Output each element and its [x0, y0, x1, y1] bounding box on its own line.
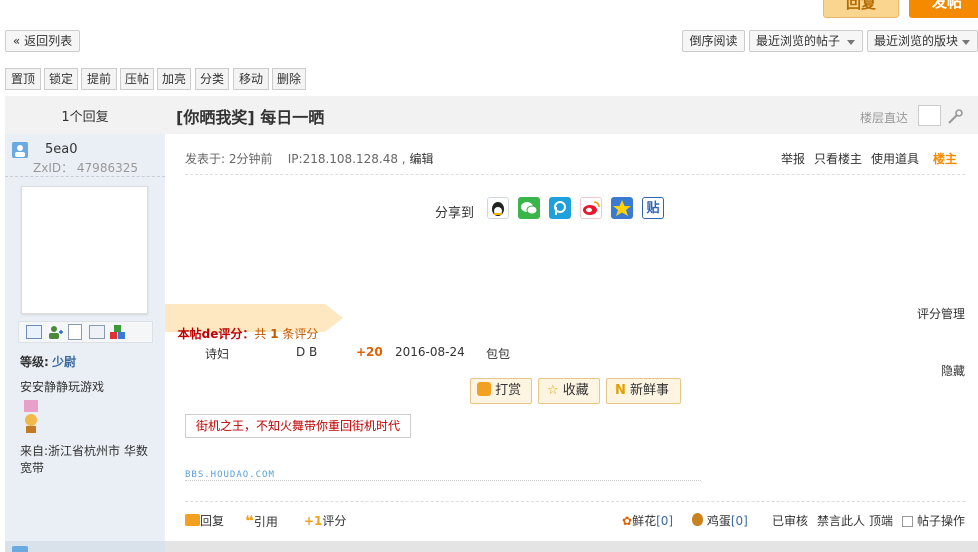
promo-link[interactable]: 街机之王，不知火舞带你重回街机时代 — [185, 414, 411, 438]
edit-link[interactable]: 编辑 — [409, 152, 433, 166]
next-user-online-icon — [12, 546, 28, 552]
post-time-ip: 发表于: 2分钟前 IP:218.108.128.48 , — [185, 152, 406, 166]
share-label: 分享到 — [435, 206, 475, 221]
rating-summary-prefix: 共 — [254, 327, 271, 341]
blocks-icon[interactable] — [110, 324, 126, 340]
reply-button[interactable]: 回复 — [823, 0, 899, 18]
recent-posts-label: 最近浏览的帖子 — [756, 34, 841, 48]
add-friend-icon[interactable] — [47, 324, 63, 340]
hide-rating-link[interactable]: 隐藏 — [941, 362, 965, 379]
recent-posts-dropdown[interactable]: 最近浏览的帖子 — [749, 30, 863, 52]
new-post-button[interactable]: 发帖 — [909, 0, 978, 18]
footer-reply-button[interactable]: 回复 — [185, 512, 224, 529]
user-location: 来自:浙江省杭州市 华数宽带 — [20, 444, 148, 475]
reward-button[interactable]: 打赏 — [470, 378, 532, 404]
egg-count: [0] — [730, 514, 748, 528]
post-ops-label: 帖子操作 — [917, 514, 966, 528]
reward-label: 打赏 — [495, 383, 522, 398]
star-icon: ☆ — [547, 383, 559, 398]
egg-button[interactable]: 鸡蛋[0] — [692, 512, 748, 529]
mod-button-category[interactable]: 分类 — [195, 68, 229, 90]
floor-jump-go-icon[interactable] — [946, 108, 964, 126]
user-signature: 安安静静玩游戏 — [20, 380, 105, 394]
mod-button-sink[interactable]: 压帖 — [120, 68, 154, 90]
quote-icon: ❝ — [245, 512, 254, 530]
signature-site-link[interactable]: BBS.HOUDAO.COM — [185, 470, 275, 480]
news-button[interactable]: N 新鲜事 — [606, 378, 681, 404]
footer-quote-button[interactable]: ❝引用 — [245, 512, 278, 530]
flower-label: 鲜花 — [632, 514, 657, 528]
use-tool-link[interactable]: 使用道具 — [871, 150, 919, 167]
news-icon: N — [615, 383, 626, 398]
floor-label: 楼主 — [933, 152, 958, 166]
rating-title: 本帖de评分：共 1 条评分 — [170, 311, 319, 342]
recent-boards-dropdown[interactable]: 最近浏览的版块 — [867, 30, 978, 52]
post-meta: 发表于: 2分钟前 IP:218.108.128.48 , 编辑 — [185, 150, 433, 167]
mod-button-delete[interactable]: 删除 — [272, 68, 306, 90]
reply-icon — [185, 514, 200, 526]
medal-icon — [21, 400, 41, 434]
floor-jump-label: 楼层直达 — [860, 111, 909, 125]
flower-count: [0] — [656, 514, 674, 528]
qzone-icon[interactable] — [611, 197, 633, 219]
report-link[interactable]: 举报 — [781, 150, 805, 167]
mod-button-highlight[interactable]: 加亮 — [157, 68, 191, 90]
egg-label: 鸡蛋 — [706, 514, 731, 528]
rating-manage-link[interactable]: 评分管理 — [917, 305, 965, 322]
rating-code: D B — [296, 345, 318, 359]
avatar[interactable] — [21, 186, 148, 314]
user-level[interactable]: 少尉 — [52, 353, 76, 370]
footer-reply-label: 回复 — [200, 514, 225, 528]
flower-button[interactable]: ✿鲜花[0] — [622, 512, 673, 529]
profile-icon[interactable] — [68, 324, 82, 340]
card-icon[interactable] — [89, 325, 105, 339]
mod-button-move[interactable]: 移动 — [233, 68, 269, 90]
mod-button-bump[interactable]: 提前 — [81, 68, 117, 90]
rating-title-label: 本帖de评分： — [177, 327, 255, 341]
username[interactable]: 5ea0 — [45, 142, 78, 157]
rating-date: 2016-08-24 — [395, 345, 465, 359]
recent-boards-label: 最近浏览的版块 — [874, 34, 959, 48]
level-label: 等级: — [20, 355, 49, 369]
coin-icon — [477, 382, 491, 396]
rating-user[interactable]: 诗妇 — [205, 345, 229, 362]
post-ops-checkbox[interactable] — [902, 516, 913, 527]
reverse-read-button[interactable]: 倒序阅读 — [682, 30, 745, 52]
message-icon[interactable] — [26, 325, 42, 339]
rating-note: 包包 — [486, 347, 511, 361]
mod-button-pin[interactable]: 置顶 — [5, 68, 41, 90]
ban-user-link[interactable]: 禁言此人 — [817, 512, 865, 529]
back-to-top-link[interactable]: 顶端 — [869, 512, 893, 529]
reply-count: 1个回复 — [61, 110, 109, 125]
user-online-icon — [12, 142, 28, 158]
weibo-icon[interactable] — [580, 197, 602, 219]
footer-quote-label: 引用 — [253, 515, 278, 529]
user-zxid: ZxID： 47986325 — [33, 161, 138, 175]
back-to-list-button[interactable]: « 返回列表 — [5, 30, 80, 52]
reviewed-status: 已审核 — [772, 514, 809, 528]
egg-icon — [692, 513, 703, 526]
qq-icon[interactable] — [487, 197, 509, 219]
only-author-link[interactable]: 只看楼主 — [814, 150, 862, 167]
tieba-icon[interactable]: 贴 — [642, 197, 664, 219]
plus-one-icon: +1 — [304, 514, 323, 528]
mod-button-lock[interactable]: 锁定 — [44, 68, 78, 90]
footer-rate-label: 评分 — [322, 514, 347, 528]
pengyou-icon[interactable] — [549, 197, 571, 219]
favorite-button[interactable]: ☆ 收藏 — [538, 378, 600, 404]
news-label: 新鲜事 — [630, 383, 670, 398]
footer-rate-button[interactable]: +1评分 — [304, 512, 346, 529]
wechat-icon[interactable] — [518, 197, 540, 219]
flower-icon: ✿ — [622, 514, 633, 528]
rating-score: +20 — [356, 345, 383, 359]
floor-jump-input[interactable] — [918, 105, 941, 126]
rating-summary-suffix: 条评分 — [278, 327, 319, 341]
rating-count: 1 — [270, 327, 279, 341]
favorite-label: 收藏 — [562, 383, 589, 398]
thread-title: [你晒我奖] 每日一晒 — [176, 108, 325, 127]
